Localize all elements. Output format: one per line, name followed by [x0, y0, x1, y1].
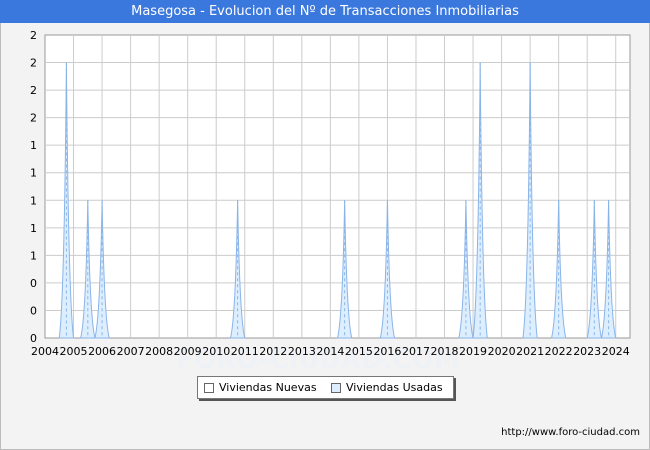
- x-tick-label: 2012: [259, 345, 287, 358]
- x-tick-label: 2019: [459, 345, 487, 358]
- x-tick-label: 2015: [345, 345, 373, 358]
- x-tick-label: 2014: [316, 345, 344, 358]
- y-tick-label: 0: [30, 277, 37, 290]
- x-tick-label: 2010: [202, 345, 230, 358]
- credit-url: http://www.foro-ciudad.com: [501, 427, 640, 438]
- x-tick-label: 2007: [117, 345, 145, 358]
- x-tick-label: 2023: [573, 345, 601, 358]
- x-tick-label: 2020: [488, 345, 516, 358]
- y-tick-label: 2: [30, 84, 37, 97]
- legend-swatch-usadas: [331, 383, 341, 393]
- x-tick-label: 2018: [431, 345, 459, 358]
- legend-label-nuevas: Viviendas Nuevas: [219, 381, 317, 394]
- x-tick-label: 2024: [602, 345, 630, 358]
- y-tick-label: 2: [30, 29, 37, 42]
- x-tick-label: 2013: [288, 345, 316, 358]
- y-tick-label: 2: [30, 57, 37, 70]
- y-tick-label: 1: [30, 222, 37, 235]
- y-tick-label: 1: [30, 249, 37, 262]
- legend-swatch-nuevas: [204, 383, 214, 393]
- legend: Viviendas Nuevas Viviendas Usadas: [197, 376, 454, 399]
- y-tick-label: 0: [30, 332, 37, 345]
- x-tick-label: 2005: [60, 345, 88, 358]
- x-tick-label: 2004: [31, 345, 59, 358]
- x-tick-label: 2011: [231, 345, 259, 358]
- y-tick-label: 1: [30, 139, 37, 152]
- x-axis-ticks: 2004 2005 2006 2007 2008 2009 2010 2011 2012 2013…: [31, 345, 630, 358]
- x-tick-label: 2022: [545, 345, 573, 358]
- legend-label-usadas: Viviendas Usadas: [346, 381, 443, 394]
- plot-area: [44, 34, 631, 339]
- x-tick-label: 2008: [145, 345, 173, 358]
- x-tick-label: 2021: [516, 345, 544, 358]
- x-tick-label: 2006: [88, 345, 116, 358]
- y-tick-label: 1: [30, 167, 37, 180]
- y-axis-ticks: 0 0 0 1 1 1 1 1 2 2 2 2: [30, 29, 37, 345]
- y-tick-label: 2: [30, 112, 37, 125]
- y-tick-label: 0: [30, 304, 37, 317]
- x-tick-label: 2017: [402, 345, 430, 358]
- y-tick-label: 1: [30, 194, 37, 207]
- x-tick-label: 2009: [174, 345, 202, 358]
- x-tick-label: 2016: [373, 345, 401, 358]
